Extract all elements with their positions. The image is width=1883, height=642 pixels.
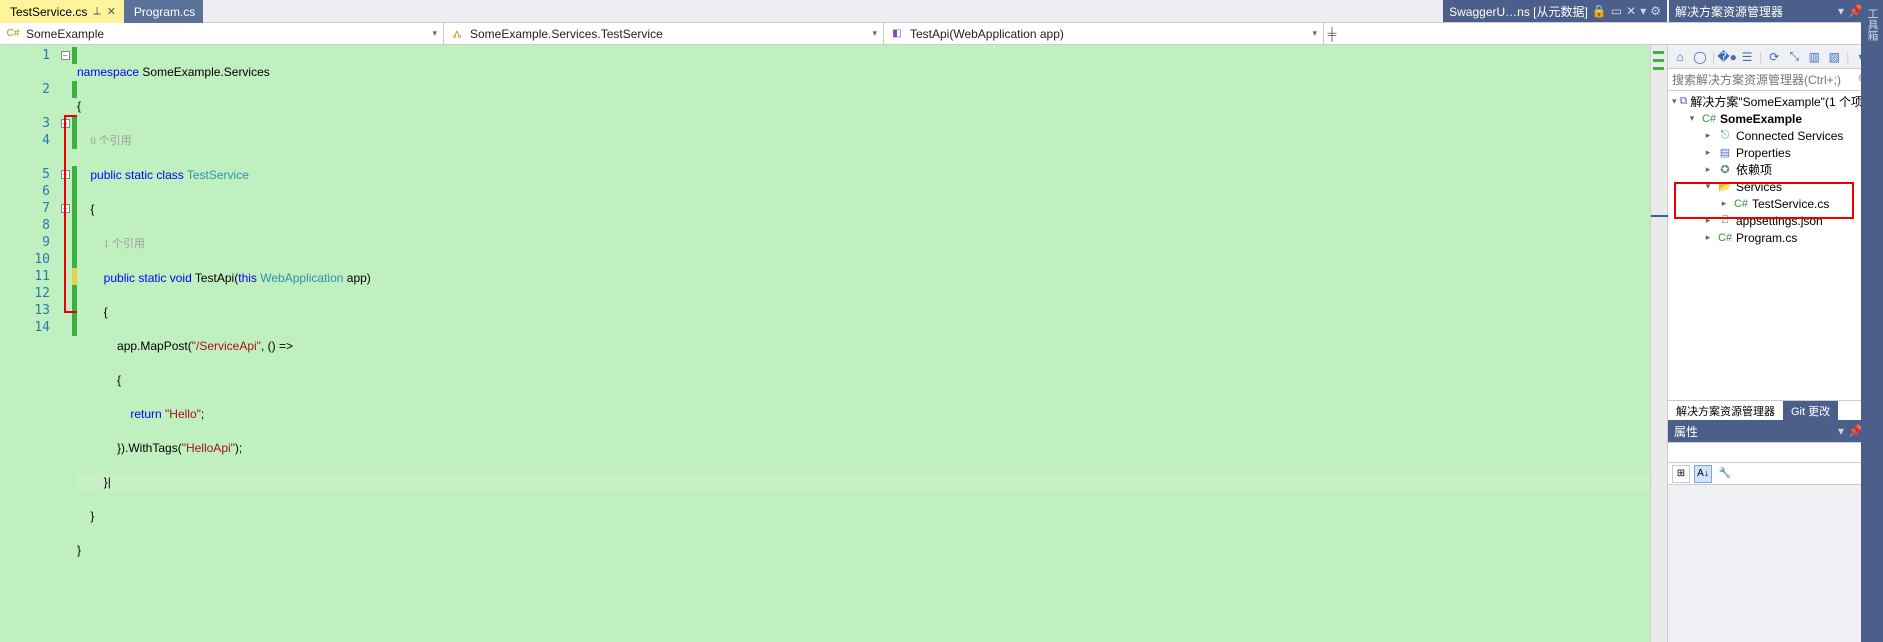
solution-explorer: ⌂ ◯ | �● ☰ | ⟳ ⤡ ▥ ▧ | ▾ 🔍 ▾ ▾ ⧉ 解决方案"So… — [1667, 45, 1883, 642]
panel-title: 属性 — [1674, 423, 1698, 440]
properties-panel-header: 属性 ▾ 📌 ✕ — [1668, 420, 1883, 442]
metadata-file-indicator[interactable]: SwaggerU…ns [从元数据] 🔒 ▭ ✕ ▾ ⚙ — [1443, 0, 1667, 22]
fold-gutter[interactable]: − − − − — [58, 45, 72, 642]
nav-project-dropdown[interactable]: C# SomeExample ▾ — [0, 23, 444, 44]
tab-testservice[interactable]: TestService.cs ⟂ ✕ — [0, 0, 124, 23]
tree-dependencies[interactable]: ▸ ✪ 依赖项 — [1668, 161, 1883, 178]
dependencies-icon: ✪ — [1717, 163, 1733, 176]
nav-project-label: SomeExample — [26, 27, 104, 41]
expander-icon[interactable]: ▸ — [1702, 164, 1714, 175]
properties-panel: ⊞ A↓ 🔧 — [1668, 442, 1883, 642]
chevron-down-icon[interactable]: ▾ — [1838, 4, 1844, 18]
tab-label: Program.cs — [134, 5, 195, 19]
tab-git-changes[interactable]: Git 更改 — [1783, 401, 1838, 420]
connected-services-icon: ⎋ — [1717, 129, 1733, 142]
expander-icon[interactable]: ▾ — [1686, 113, 1698, 124]
tree-solution[interactable]: ▾ ⧉ 解决方案"SomeExample"(1 个项目/共 — [1668, 93, 1883, 110]
lock-icon: 🔒 — [1592, 4, 1607, 18]
expander-icon[interactable]: ▸ — [1718, 198, 1730, 209]
tab-program[interactable]: Program.cs — [124, 0, 203, 23]
csharp-project-icon: C# — [6, 27, 20, 41]
solution-explorer-header: 解决方案资源管理器 ▾ 📌 ✕ — [1669, 0, 1883, 22]
metadata-label: SwaggerU…ns [从元数据] — [1449, 3, 1588, 20]
chevron-down-icon[interactable]: ▾ — [1838, 424, 1844, 438]
categorized-button[interactable]: ⊞ — [1672, 465, 1690, 483]
code-area[interactable]: namespace SomeExample.Services { 0 个引用 p… — [77, 45, 1650, 642]
code-editor[interactable]: 1 2 3 4 5 6 7 8 9 10 11 12 13 14 − − − − — [0, 45, 1667, 642]
tree-folder-services[interactable]: ▾ 📂 Services — [1668, 178, 1883, 195]
search-input[interactable] — [1672, 73, 1858, 87]
panel-tabs: 解决方案资源管理器 Git 更改 — [1668, 400, 1883, 420]
expander-icon[interactable]: ▸ — [1702, 215, 1714, 226]
class-icon: 🝓 — [450, 27, 464, 41]
codelens-references[interactable]: 0 个引用 — [90, 135, 131, 147]
tree-file-program[interactable]: ▸ C# Program.cs — [1668, 229, 1883, 246]
close-icon[interactable]: ✕ — [1626, 4, 1636, 18]
tab-label: TestService.cs — [10, 5, 87, 19]
csharp-file-icon: C# — [1733, 198, 1749, 210]
chevron-down-icon: ▾ — [872, 28, 877, 39]
method-icon: ◧ — [890, 27, 904, 41]
panel-title: 解决方案资源管理器 — [1675, 3, 1783, 20]
split-editor-button[interactable]: ╪ — [1324, 23, 1340, 44]
code-navigator: C# SomeExample ▾ 🝓 SomeExample.Services.… — [0, 23, 1883, 45]
properties-icon: ▤ — [1717, 146, 1733, 159]
back-icon[interactable]: ◯ — [1692, 49, 1708, 65]
solution-tree[interactable]: ▾ ⧉ 解决方案"SomeExample"(1 个项目/共 ▾ C# SomeE… — [1668, 91, 1883, 400]
toolbox-tab[interactable]: 工具箱 — [1861, 0, 1883, 642]
wrench-icon[interactable]: 🔧 — [1716, 465, 1734, 483]
expander-icon[interactable]: ▸ — [1702, 130, 1714, 141]
se-toolbar: ⌂ ◯ | �● ☰ | ⟳ ⤡ ▥ ▧ | ▾ — [1668, 45, 1883, 69]
alphabetical-button[interactable]: A↓ — [1694, 465, 1712, 483]
codelens-references[interactable]: 1 个引用 — [104, 238, 145, 250]
csharp-project-icon: C# — [1701, 113, 1717, 125]
refresh-icon[interactable]: ⟳ — [1766, 49, 1782, 65]
solution-icon: ⧉ — [1680, 95, 1688, 108]
nav-class-dropdown[interactable]: 🝓 SomeExample.Services.TestService ▾ — [444, 23, 884, 44]
tree-file-appsettings[interactable]: ▸ ⍁ appsettings.json — [1668, 212, 1883, 229]
line-number-gutter: 1 2 3 4 5 6 7 8 9 10 11 12 13 14 — [0, 45, 58, 642]
show-all-icon[interactable]: ☰ — [1739, 49, 1755, 65]
tab-solution-explorer[interactable]: 解决方案资源管理器 — [1668, 401, 1783, 420]
pin-icon[interactable]: ⟂ — [93, 5, 100, 18]
preview-icon[interactable]: ▭ — [1611, 4, 1622, 18]
tree-project[interactable]: ▾ C# SomeExample — [1668, 110, 1883, 127]
collapse-icon[interactable]: ⤡ — [1786, 49, 1802, 65]
expander-icon[interactable]: ▸ — [1702, 232, 1714, 243]
expander-icon[interactable]: ▾ — [1702, 181, 1714, 192]
nav-member-label: TestApi(WebApplication app) — [910, 27, 1064, 41]
tree-properties[interactable]: ▸ ▤ Properties — [1668, 144, 1883, 161]
chevron-down-icon: ▾ — [432, 28, 437, 39]
properties-icon[interactable]: ▧ — [1826, 49, 1842, 65]
vertical-scrollbar[interactable] — [1650, 45, 1667, 642]
nav-class-label: SomeExample.Services.TestService — [470, 27, 663, 41]
json-file-icon: ⍁ — [1717, 214, 1733, 227]
toolbox-label: 工具箱 — [1864, 8, 1880, 41]
nav-member-dropdown[interactable]: ◧ TestApi(WebApplication app) ▾ — [884, 23, 1324, 44]
folder-open-icon: 📂 — [1717, 180, 1733, 193]
chevron-down-icon[interactable]: ▾ — [1640, 4, 1646, 18]
home-icon[interactable]: ⌂ — [1672, 49, 1688, 65]
expander-icon[interactable]: ▾ — [1672, 96, 1677, 107]
close-icon[interactable]: ✕ — [107, 5, 116, 18]
expander-icon[interactable]: ▸ — [1702, 147, 1714, 158]
gear-icon[interactable]: ⚙ — [1650, 4, 1661, 18]
sync-icon[interactable]: �● — [1719, 49, 1735, 65]
chevron-down-icon: ▾ — [1312, 28, 1317, 39]
se-search[interactable]: 🔍 ▾ — [1668, 69, 1883, 91]
tree-connected-services[interactable]: ▸ ⎋ Connected Services — [1668, 127, 1883, 144]
tree-file-testservice[interactable]: ▸ C# TestService.cs — [1668, 195, 1883, 212]
show-files-icon[interactable]: ▥ — [1806, 49, 1822, 65]
csharp-file-icon: C# — [1717, 232, 1733, 244]
